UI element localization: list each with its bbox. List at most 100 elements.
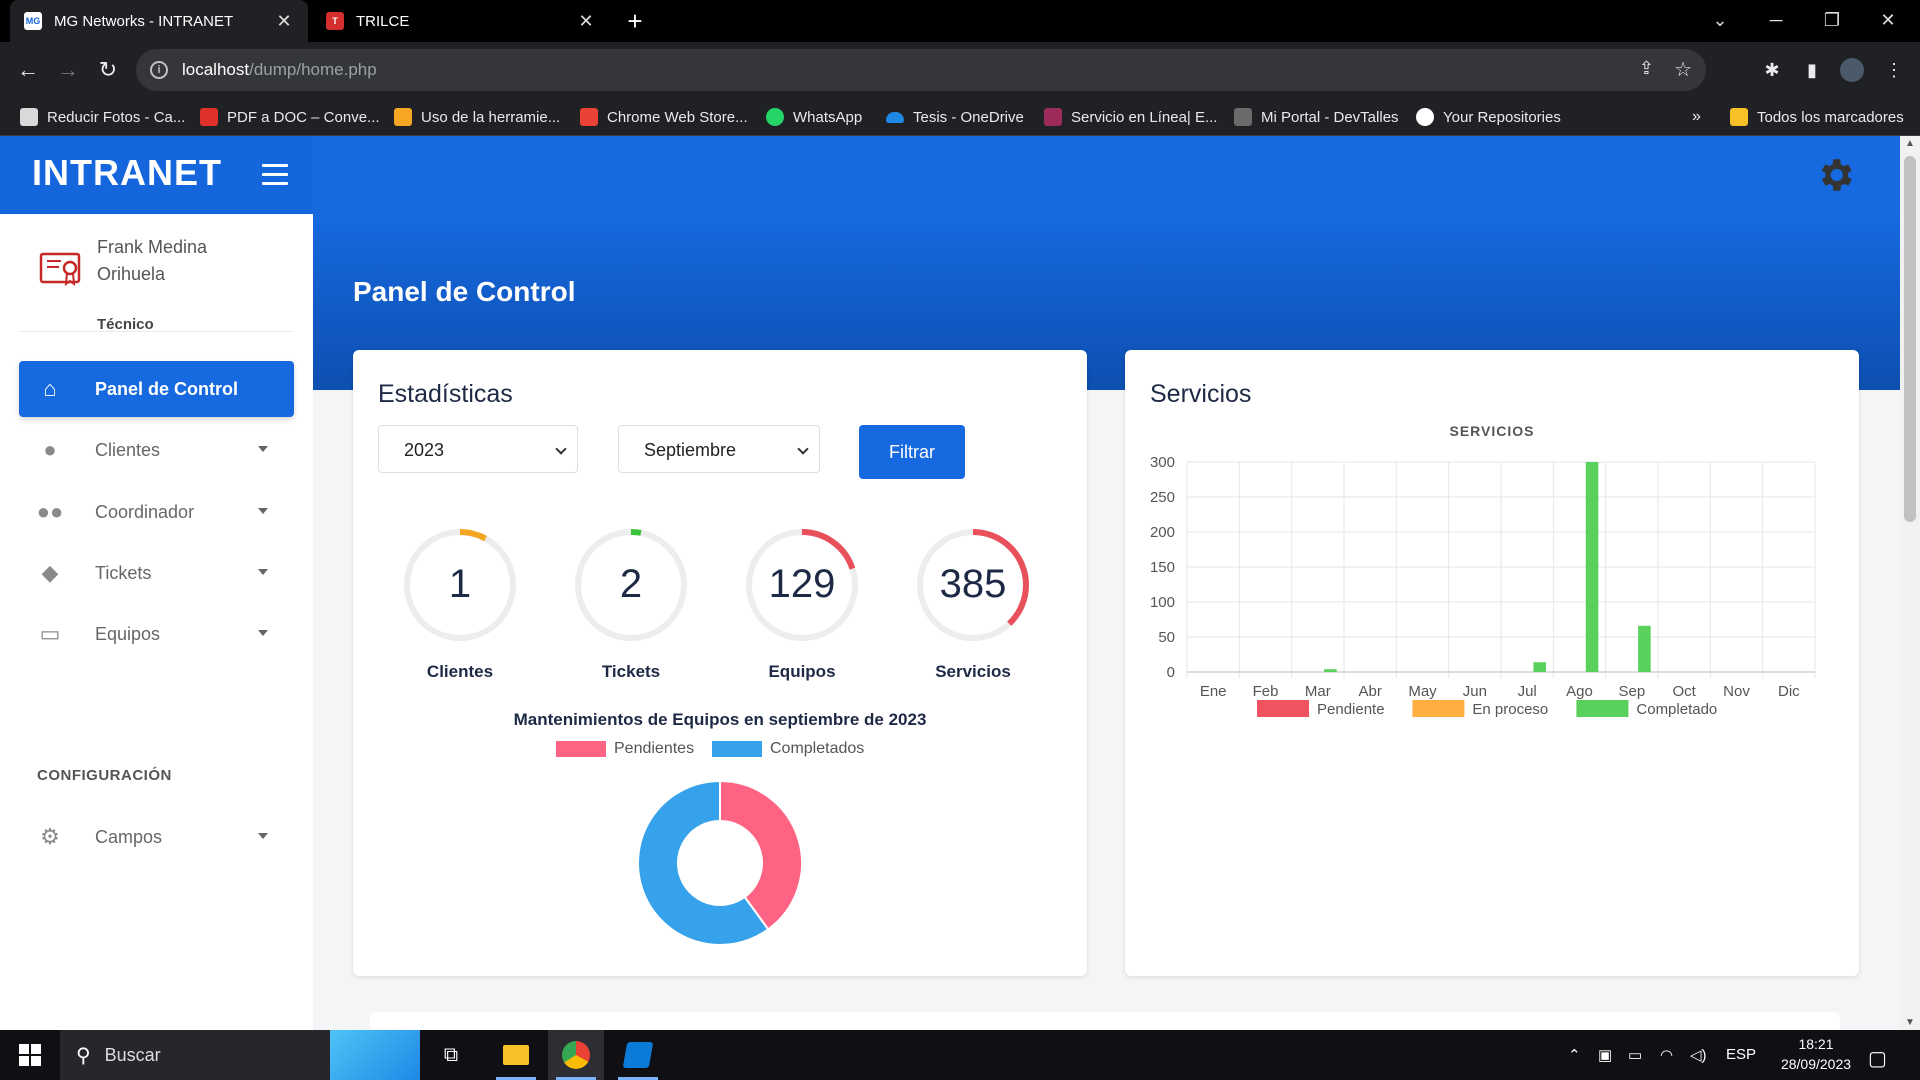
side-panel-icon[interactable]: ▮ <box>1800 58 1824 82</box>
windows-start-icon[interactable] <box>0 1030 60 1080</box>
close-window-button[interactable]: ✕ <box>1860 0 1916 42</box>
bookmark-item[interactable]: WhatsApp <box>766 106 862 128</box>
task-view-icon[interactable]: ⧉ <box>426 1030 476 1080</box>
tab-search-icon[interactable]: ⌄ <box>1692 0 1748 42</box>
camera-icon[interactable]: ▣ <box>1598 1046 1612 1064</box>
folder-icon <box>1730 108 1748 126</box>
web-page: INTRANET Panel de Control Frank Medina Or… <box>0 136 1900 1030</box>
legend-label[interactable]: Pendiente <box>1317 701 1385 718</box>
close-tab-icon[interactable]: ✕ <box>576 11 596 32</box>
tab-trilce[interactable]: T TRILCE ✕ <box>312 0 610 42</box>
y-tick-label: 250 <box>1150 489 1175 506</box>
year-select[interactable]: 2023 <box>378 425 578 473</box>
bar-completado-ago[interactable] <box>1585 462 1599 672</box>
bookmark-item[interactable]: Servicio en Línea| E... <box>1044 106 1217 128</box>
page-scrollbar[interactable]: ▲ ▼ <box>1900 136 1920 1030</box>
clock[interactable]: 18:21 28/09/2023 <box>1776 1036 1856 1072</box>
users-icon: ●● <box>36 499 64 524</box>
sidebar-item-tickets[interactable]: ◆ Tickets <box>19 545 294 601</box>
legend-swatch <box>556 741 606 757</box>
chrome-taskbar-icon[interactable] <box>548 1030 604 1080</box>
file-explorer-icon[interactable] <box>488 1030 544 1080</box>
vscode-taskbar-icon[interactable] <box>610 1030 666 1080</box>
statistics-title: Estadísticas <box>378 380 513 408</box>
chevron-down-icon <box>258 833 268 839</box>
bookmark-item[interactable]: Mi Portal - DevTalles <box>1234 106 1399 128</box>
sidebar-item-equipos[interactable]: ▭ Equipos <box>19 606 294 662</box>
restore-button[interactable]: ❐ <box>1804 0 1860 42</box>
x-tick-label: Mar <box>1305 683 1331 700</box>
minimize-button[interactable]: ─ <box>1748 0 1804 42</box>
legend-label[interactable]: Completado <box>1636 701 1717 718</box>
menu-kebab-icon[interactable]: ⋮ <box>1882 58 1906 82</box>
reload-icon[interactable]: ↻ <box>92 54 124 86</box>
legend-completados[interactable]: Completados <box>712 740 864 758</box>
gauge-tickets: 2 Tickets <box>574 528 694 681</box>
extensions-icon[interactable]: ✱ <box>1760 58 1784 82</box>
scroll-down-icon[interactable]: ▼ <box>1900 1017 1920 1028</box>
address-bar[interactable]: i localhost/dump/home.php ⇪ ☆ <box>136 49 1706 91</box>
trilce-favicon-icon: T <box>326 12 344 30</box>
y-tick-label: 300 <box>1150 454 1175 471</box>
bookmark-item[interactable]: PDF a DOC – Conve... <box>200 106 380 128</box>
forward-icon[interactable]: → <box>52 54 84 86</box>
statistics-card: Estadísticas 2023 Septiembre Filtrar 1 C… <box>353 350 1087 976</box>
bookmarks-overflow-button[interactable]: » <box>1692 106 1701 128</box>
site-info-icon[interactable]: i <box>150 61 168 79</box>
back-icon[interactable]: ← <box>12 54 44 86</box>
sidebar-item-clientes[interactable]: ● Clientes <box>19 422 294 478</box>
sidebar-item-campos[interactable]: ⚙ Campos <box>19 809 294 865</box>
search-placeholder: Buscar <box>104 1044 161 1065</box>
x-tick-label: Jul <box>1518 683 1537 700</box>
gauge-value: 385 <box>939 562 1007 606</box>
profile-avatar-icon[interactable] <box>1840 58 1864 82</box>
sidebar-item-panel-de-control[interactable]: ⌂ Panel de Control <box>19 361 294 417</box>
settings-gear-icon[interactable] <box>1814 154 1856 196</box>
bookmark-item[interactable]: Uso de la herramie... <box>394 106 560 128</box>
services-card: Servicios SERVICIOS 0 50 100 150 200 250 300 Ene… <box>1125 350 1859 976</box>
vscode-logo-icon <box>622 1042 654 1068</box>
bar-completado-sep[interactable] <box>1638 625 1651 672</box>
tab-mg-networks[interactable]: MG MG Networks - INTRANET ✕ <box>10 0 308 42</box>
share-icon[interactable]: ⇪ <box>1639 58 1654 79</box>
services-title: Servicios <box>1150 380 1252 408</box>
bookmark-item[interactable]: Reducir Fotos - Ca... <box>20 106 185 128</box>
search-highlight-image <box>330 1030 420 1080</box>
sidebar-item-coordinador[interactable]: ●● Coordinador <box>19 484 294 540</box>
battery-icon[interactable]: ▭ <box>1628 1046 1642 1064</box>
bookmark-item[interactable]: Your Repositories <box>1416 106 1561 128</box>
new-tab-button[interactable]: + <box>620 6 650 37</box>
legend-swatch <box>1257 700 1309 717</box>
web-store-icon <box>580 108 598 126</box>
bookmark-item[interactable]: Tesis - OneDrive <box>886 106 1024 128</box>
bar-completado-jul[interactable] <box>1533 662 1547 672</box>
scroll-up-icon[interactable]: ▲ <box>1900 138 1920 149</box>
services-bar-chart: SERVICIOS 0 50 100 150 200 250 300 Ene Feb Mar Abr M… <box>1150 423 1816 718</box>
legend-pendientes[interactable]: Pendientes <box>556 740 694 758</box>
bookmark-item[interactable]: Chrome Web Store... <box>580 106 748 128</box>
gauge-value: 2 <box>619 562 643 606</box>
volume-icon[interactable]: ◁) <box>1690 1046 1707 1064</box>
hamburger-menu-icon[interactable] <box>262 164 288 186</box>
bar-completado-mar[interactable] <box>1324 669 1337 672</box>
notifications-icon[interactable]: ▢ <box>1868 1046 1887 1071</box>
bookmark-star-icon[interactable]: ☆ <box>1674 57 1692 82</box>
url-host: localhost <box>182 60 250 79</box>
chart-title: SERVICIOS <box>1450 423 1535 439</box>
taskbar-search[interactable]: ⚲ Buscar <box>60 1030 420 1080</box>
y-tick-label: 100 <box>1150 594 1175 611</box>
user-icon: ● <box>43 437 57 462</box>
gauge-clientes: 1 Clientes <box>403 528 523 681</box>
all-bookmarks[interactable]: Todos los marcadores <box>1730 106 1904 128</box>
close-tab-icon[interactable]: ✕ <box>274 11 294 32</box>
donut-chart-title: Mantenimientos de Equipos en septiembre … <box>513 710 927 729</box>
filter-button[interactable]: Filtrar <box>859 425 965 479</box>
language-indicator[interactable]: ESP <box>1726 1046 1756 1063</box>
scrollbar-thumb[interactable] <box>1904 156 1916 522</box>
gauge-equipos: 129 Equipos <box>745 528 865 681</box>
month-select[interactable]: Septiembre <box>618 425 820 473</box>
page-title: Panel de Control <box>353 276 576 307</box>
chevron-up-icon[interactable]: ⌃ <box>1568 1046 1581 1064</box>
legend-label[interactable]: En proceso <box>1472 701 1548 718</box>
wifi-icon[interactable]: ◠ <box>1660 1046 1673 1064</box>
